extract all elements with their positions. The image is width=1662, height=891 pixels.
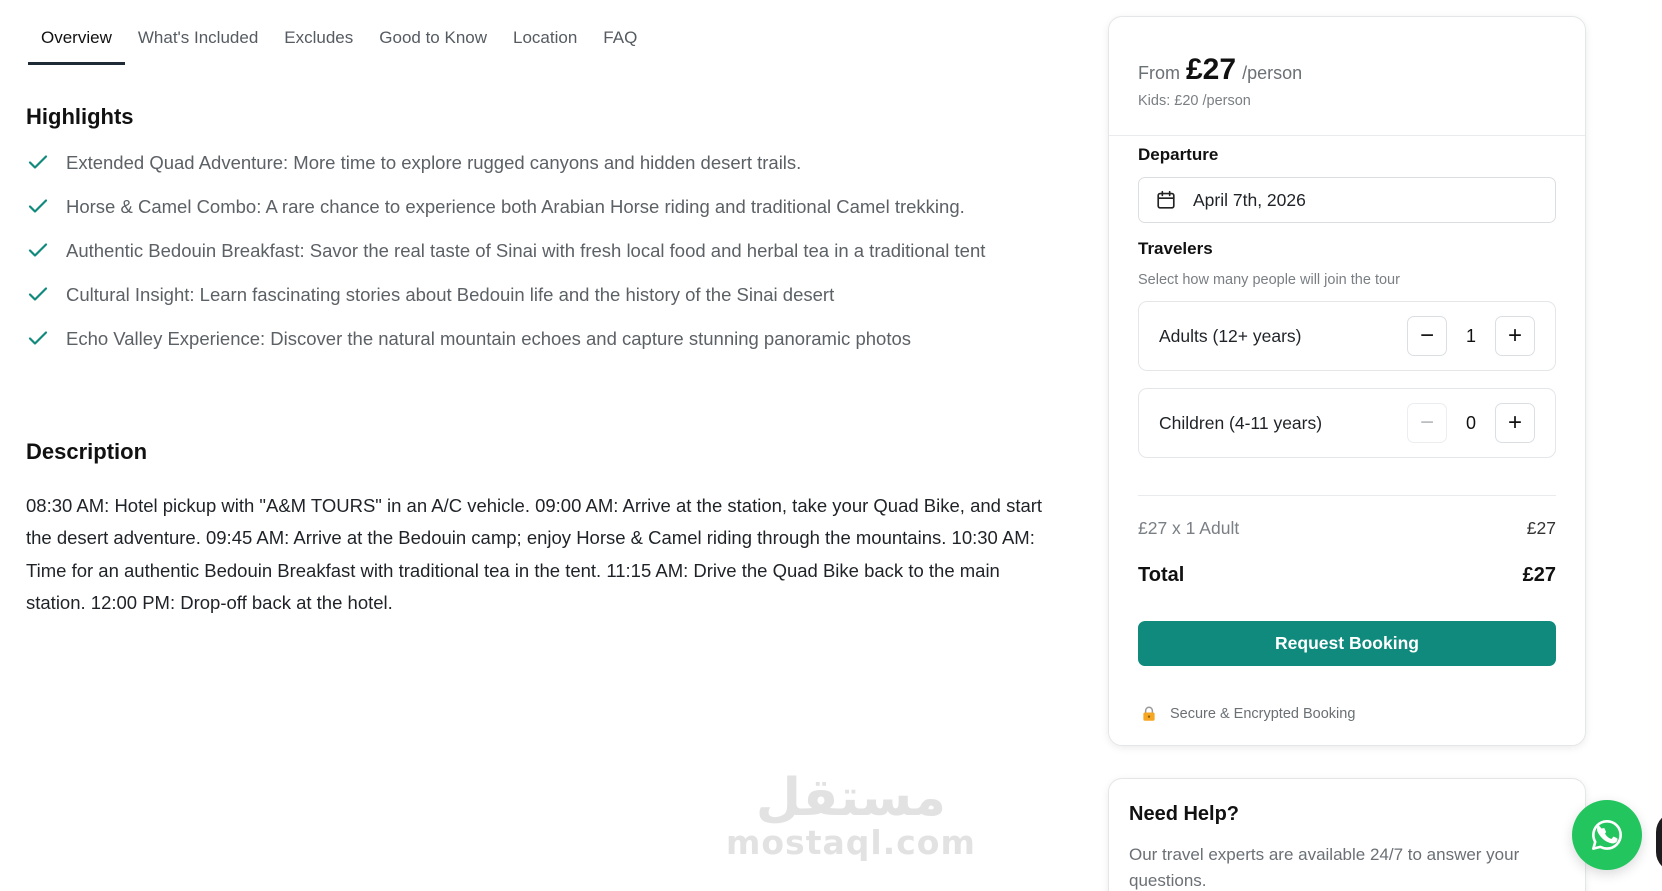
adults-label: Adults (12+ years) bbox=[1159, 325, 1302, 346]
children-label: Children (4-11 years) bbox=[1159, 412, 1323, 433]
calendar-icon bbox=[1157, 190, 1175, 209]
children-row: Children (4-11 years) − 0 + bbox=[1138, 388, 1556, 458]
lock-icon bbox=[1143, 706, 1155, 721]
total-label: Total bbox=[1138, 564, 1185, 586]
highlight-text: Horse & Camel Combo: A rare chance to ex… bbox=[66, 196, 965, 217]
watermark-latin: mostaql.com bbox=[726, 823, 976, 862]
price-value: £27 bbox=[1186, 53, 1237, 86]
tab-faq[interactable]: FAQ bbox=[590, 22, 650, 65]
highlight-text: Extended Quad Adventure: More time to ex… bbox=[66, 152, 802, 173]
highlight-text: Echo Valley Experience: Discover the nat… bbox=[66, 328, 911, 349]
description-text: 08:30 AM: Hotel pickup with "A&M TOURS" … bbox=[26, 495, 1043, 613]
floating-widget-edge[interactable] bbox=[1656, 812, 1662, 872]
departure-date-value: April 7th, 2026 bbox=[1193, 189, 1306, 210]
adults-decrement-button[interactable]: − bbox=[1407, 316, 1447, 356]
description-heading: Description bbox=[26, 439, 148, 464]
adults-count: 1 bbox=[1465, 325, 1476, 346]
highlights-heading: Highlights bbox=[26, 104, 134, 129]
help-text: Our travel experts are available 24/7 to… bbox=[1129, 845, 1520, 890]
line-item-label: £27 x 1 Adult bbox=[1138, 518, 1240, 538]
kids-price: Kids: £20 /person bbox=[1138, 93, 1251, 109]
children-increment-button[interactable]: + bbox=[1495, 403, 1535, 443]
check-icon bbox=[28, 243, 48, 257]
whatsapp-button[interactable] bbox=[1572, 800, 1642, 870]
children-count: 0 bbox=[1465, 412, 1476, 433]
check-icon bbox=[28, 155, 48, 169]
price-row: From £27 /person bbox=[1138, 53, 1302, 87]
request-booking-button[interactable]: Request Booking bbox=[1138, 621, 1556, 666]
divider bbox=[1138, 495, 1556, 496]
secure-note: Secure & Encrypted Booking bbox=[1138, 705, 1355, 723]
whatsapp-icon bbox=[1592, 820, 1622, 850]
travelers-label: Travelers bbox=[1138, 239, 1213, 258]
highlight-item: Horse & Camel Combo: A rare chance to ex… bbox=[26, 192, 1036, 222]
adults-row: Adults (12+ years) − 1 + bbox=[1138, 301, 1556, 371]
line-item-row: £27 x 1 Adult £27 bbox=[1138, 518, 1556, 539]
tab-overview[interactable]: Overview bbox=[28, 22, 125, 65]
highlight-item: Extended Quad Adventure: More time to ex… bbox=[26, 148, 1036, 178]
from-label: From bbox=[1138, 63, 1180, 83]
help-title: Need Help? bbox=[1129, 803, 1240, 825]
section-tabs: Overview What's Included Excludes Good t… bbox=[28, 22, 650, 65]
highlight-text: Cultural Insight: Learn fascinating stor… bbox=[66, 284, 835, 305]
help-card: Need Help? Our travel experts are availa… bbox=[1108, 778, 1586, 891]
adults-increment-button[interactable]: + bbox=[1495, 316, 1535, 356]
secure-text: Secure & Encrypted Booking bbox=[1170, 706, 1356, 722]
line-item-value: £27 bbox=[1526, 518, 1556, 538]
travelers-subtext: Select how many people will join the tou… bbox=[1138, 272, 1400, 288]
tab-location[interactable]: Location bbox=[500, 22, 590, 65]
children-stepper: − 0 + bbox=[1407, 403, 1535, 443]
tab-good-to-know[interactable]: Good to Know bbox=[366, 22, 500, 65]
total-row: Total £27 bbox=[1138, 564, 1556, 587]
departure-date-picker[interactable]: April 7th, 2026 bbox=[1138, 177, 1556, 223]
divider bbox=[1109, 135, 1585, 136]
highlight-item: Cultural Insight: Learn fascinating stor… bbox=[26, 280, 1036, 310]
highlights-list: Extended Quad Adventure: More time to ex… bbox=[26, 148, 1036, 368]
tab-excludes[interactable]: Excludes bbox=[271, 22, 366, 65]
highlight-item: Echo Valley Experience: Discover the nat… bbox=[26, 324, 1036, 354]
booking-card: From £27 /person Kids: £20 /person Depar… bbox=[1108, 16, 1586, 746]
children-decrement-button[interactable]: − bbox=[1407, 403, 1447, 443]
departure-label: Departure bbox=[1138, 145, 1219, 164]
check-icon bbox=[28, 287, 48, 301]
highlight-item: Authentic Bedouin Breakfast: Savor the r… bbox=[26, 236, 1036, 266]
total-value: £27 bbox=[1522, 564, 1556, 586]
per-person-label: /person bbox=[1242, 63, 1303, 83]
watermark: مستقل mostaql.com bbox=[726, 770, 976, 860]
check-icon bbox=[28, 199, 48, 213]
adults-stepper: − 1 + bbox=[1407, 316, 1535, 356]
highlight-text: Authentic Bedouin Breakfast: Savor the r… bbox=[66, 240, 986, 261]
tab-whats-included[interactable]: What's Included bbox=[125, 22, 271, 65]
watermark-arabic: مستقل bbox=[755, 768, 947, 828]
check-icon bbox=[28, 331, 48, 345]
